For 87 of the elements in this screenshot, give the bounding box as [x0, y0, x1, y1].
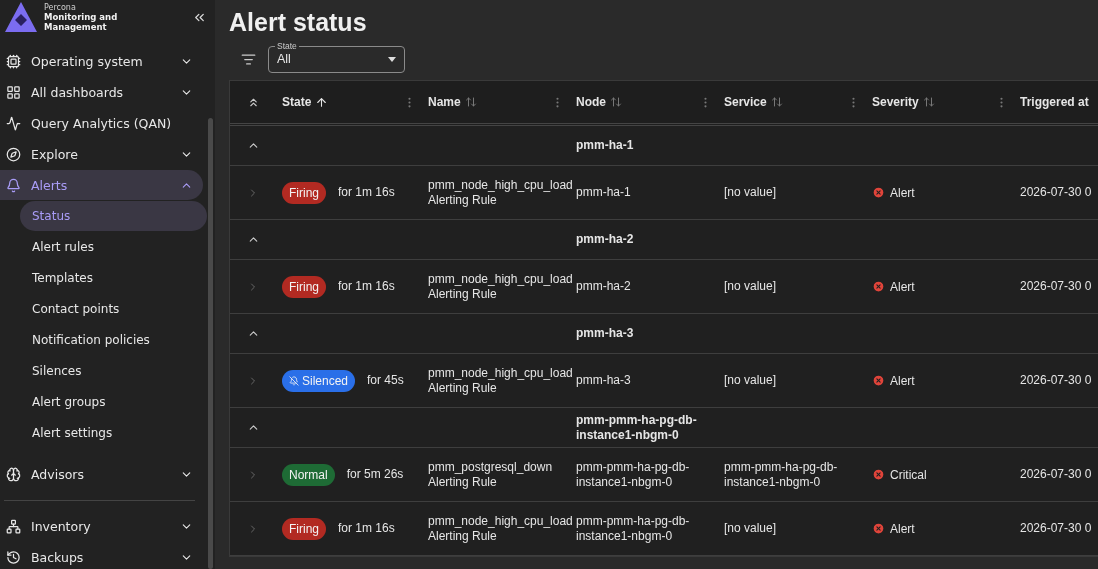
column-header[interactable]: Severity [872, 95, 919, 109]
nav-icon [6, 549, 21, 565]
service-cell-text: [no value] [723, 521, 778, 536]
service-cell-text: [no value] [723, 279, 778, 294]
nav-icon [6, 518, 21, 534]
state-chip: Firing [282, 275, 326, 298]
triggered-cell-text: 2026-07-30 0 [1019, 185, 1093, 200]
severity-label: Critical [890, 467, 927, 482]
nav-icon [6, 177, 21, 193]
sort-icon[interactable] [464, 96, 477, 108]
triggered-cell-text: 2026-07-30 0 [1019, 279, 1093, 294]
nav-item[interactable]: Advisors [0, 459, 203, 489]
alert-name: pmm_node_high_cpu_load Alerting Rule [427, 271, 570, 302]
service-cell-text: [no value] [723, 373, 778, 388]
nav-item[interactable]: Backups [0, 542, 203, 569]
column-header[interactable]: State [282, 95, 312, 109]
error-icon [872, 280, 885, 293]
nav-icon [6, 84, 21, 100]
triggered-cell-text: 2026-07-30 0 [1019, 467, 1093, 482]
alert-name: pmm_postgresql_down Alerting Rule [427, 459, 554, 490]
nav-icon [6, 53, 21, 69]
dropdown-caret-icon [388, 56, 396, 62]
column-header[interactable]: Triggered at [1020, 95, 1089, 109]
column-header[interactable]: Node [576, 95, 606, 109]
severity-label: Alert [890, 373, 915, 388]
state-chip: Firing [282, 181, 326, 204]
service-cell-text: [no value] [723, 185, 778, 200]
state-chip: Firing [282, 517, 326, 540]
nav-subitem[interactable]: Contact points [20, 294, 207, 324]
group-node-label: pmm-ha-2 [575, 232, 635, 247]
sort-icon[interactable] [770, 96, 783, 108]
triggered-cell-text: 2026-07-30 0 [1019, 521, 1093, 536]
page-title: Alert status [229, 8, 368, 37]
nav-item[interactable]: Explore [0, 139, 203, 169]
error-icon [872, 186, 885, 199]
sort-up-icon[interactable] [315, 95, 329, 109]
scrollbar[interactable] [208, 118, 213, 569]
nav-item[interactable]: Query Analytics (QAN) [0, 108, 203, 138]
nav-subitem[interactable]: Silences [20, 356, 207, 386]
severity-label: Alert [890, 185, 915, 200]
severity-label: Alert [890, 521, 915, 536]
state-duration: for 5m 26s [345, 467, 405, 482]
filter-icon[interactable] [241, 51, 256, 67]
node-cell-text: pmm-ha-2 [575, 279, 632, 294]
group-node-label: pmm-ha-3 [575, 326, 635, 341]
sort-icon[interactable] [922, 96, 935, 108]
triggered-cell-text: 2026-07-30 0 [1019, 373, 1093, 388]
state-chip: Silenced [282, 369, 356, 392]
sort-icon[interactable] [610, 96, 622, 108]
nav-subitem[interactable]: Alert settings [20, 418, 207, 448]
column-header[interactable]: Service [724, 95, 767, 109]
bell-off-icon [289, 375, 299, 386]
nav-item[interactable]: Inventory [0, 511, 203, 541]
severity-label: Alert [890, 279, 915, 294]
nav-subitem[interactable]: Status [20, 201, 207, 231]
nav-item[interactable]: All dashboards [0, 77, 203, 107]
nav-subitem[interactable]: Templates [20, 263, 207, 293]
group-node-label: pmm-ha-1 [575, 138, 635, 153]
state-duration: for 45s [366, 373, 405, 388]
error-icon [872, 468, 885, 481]
nav-icon [6, 146, 21, 162]
nav-icon [6, 115, 21, 131]
node-cell-text: pmm-pmm-ha-pg-db-instance1-nbgm-0 [575, 513, 691, 544]
nav-subitem[interactable]: Notification policies [20, 325, 207, 355]
group-node-label: pmm-pmm-ha-pg-db-instance1-nbgm-0 [575, 412, 698, 443]
service-cell-text: pmm-pmm-ha-pg-db-instance1-nbgm-0 [723, 459, 839, 490]
product-name: Monitoring and Management [44, 11, 119, 32]
nav-subitem[interactable]: Alert rules [20, 232, 207, 262]
alert-name: pmm_node_high_cpu_load Alerting Rule [427, 513, 570, 544]
error-icon [872, 374, 885, 387]
state-duration: for 1m 16s [337, 185, 396, 200]
nav-item[interactable]: Alerts [0, 170, 203, 200]
state-duration: for 1m 16s [337, 279, 396, 294]
column-header[interactable]: Name [428, 95, 461, 109]
nav-item[interactable]: Operating system [0, 46, 203, 76]
alert-name: pmm_node_high_cpu_load Alerting Rule [427, 177, 570, 208]
state-chip: Normal [282, 463, 335, 486]
error-icon [872, 522, 885, 535]
state-duration: for 1m 16s [337, 521, 396, 536]
node-cell-text: pmm-ha-1 [575, 185, 632, 200]
node-cell-text: pmm-pmm-ha-pg-db-instance1-nbgm-0 [575, 459, 691, 490]
nav-icon [6, 466, 21, 482]
alert-name: pmm_node_high_cpu_load Alerting Rule [427, 365, 570, 396]
nav-subitem[interactable]: Alert groups [20, 387, 207, 417]
logo-icon [4, 0, 38, 34]
brand-name: Percona [44, 2, 77, 12]
node-cell-text: pmm-ha-3 [575, 373, 632, 388]
